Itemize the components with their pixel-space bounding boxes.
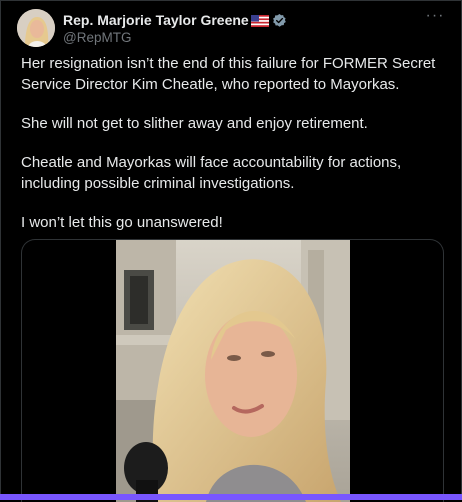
tweet-paragraph-2: She will not get to slither away and enj… xyxy=(21,115,368,132)
author-handle[interactable]: @RepMTG xyxy=(63,30,131,45)
tweet-text: Her resignation isn’t the end of this fa… xyxy=(21,53,446,251)
tweet-header: Rep. Marjorie Taylor Greene @RepMTG ··· xyxy=(17,7,447,49)
tweet-card: Rep. Marjorie Taylor Greene @RepMTG ··· … xyxy=(0,0,462,502)
tweet-paragraph-3: Cheatle and Mayorkas will face accountab… xyxy=(21,154,402,192)
more-options-icon[interactable]: ··· xyxy=(423,7,447,27)
us-flag-icon xyxy=(250,14,269,27)
tweet-paragraph-4: I won’t let this go unanswered! xyxy=(21,214,223,231)
tweet-paragraph-1: Her resignation isn’t the end of this fa… xyxy=(21,55,436,93)
author-avatar[interactable] xyxy=(17,9,55,47)
verified-badge-icon[interactable] xyxy=(272,13,287,28)
author-name-row: Rep. Marjorie Taylor Greene xyxy=(63,11,287,29)
avatar-image xyxy=(17,9,55,47)
video-frame-image xyxy=(116,240,350,502)
accent-bar xyxy=(0,494,462,500)
author-display-name[interactable]: Rep. Marjorie Taylor Greene xyxy=(63,12,249,28)
video-thumbnail[interactable] xyxy=(116,240,350,502)
tweet-media[interactable] xyxy=(21,239,444,502)
